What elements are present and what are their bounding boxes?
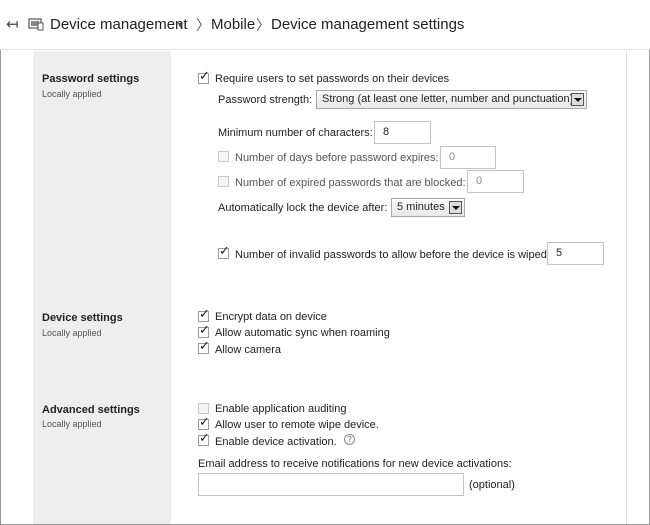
require-password-label: Require users to set passwords on their …	[215, 73, 450, 85]
allow-camera-label: Allow camera	[215, 344, 282, 356]
optional-label: (optional)	[469, 479, 515, 491]
breadcrumb-mobile[interactable]: Mobile	[211, 0, 255, 50]
breadcrumb-device-management[interactable]: Device management	[50, 0, 188, 50]
require-password-checkbox[interactable]	[198, 69, 210, 84]
device-activation-checkbox[interactable]	[198, 431, 210, 446]
back-arrow-icon[interactable]: ↤	[6, 0, 19, 50]
password-settings-subtitle: Locally applied	[42, 89, 102, 99]
app-auditing-checkbox[interactable]	[198, 403, 209, 414]
blocked-passwords-input[interactable]: 0	[467, 170, 524, 193]
min-chars-input[interactable]: 8	[374, 121, 431, 144]
left-gutter	[1, 51, 26, 524]
device-management-icon	[28, 17, 44, 31]
password-expire-label: Number of days before password expires:	[235, 152, 439, 164]
chevron-down-icon	[449, 201, 462, 214]
remote-wipe-label: Allow user to remote wipe device.	[215, 419, 379, 431]
email-notify-label: Email address to receive notifications f…	[198, 458, 512, 470]
allow-camera-checkbox[interactable]	[198, 339, 210, 354]
breadcrumb-separator: 〉	[196, 17, 210, 33]
password-strength-value: Strong (at least one letter, number and …	[322, 93, 574, 105]
password-expire-checkbox[interactable]	[218, 151, 229, 162]
min-chars-label: Minimum number of characters:	[218, 127, 373, 139]
encrypt-data-checkbox[interactable]	[198, 307, 210, 322]
remote-wipe-checkbox[interactable]	[198, 415, 210, 430]
help-icon[interactable]: ?	[344, 434, 355, 445]
password-expire-input[interactable]: 0	[440, 146, 496, 169]
wipe-device-label: Number of invalid passwords to allow bef…	[235, 249, 550, 261]
device-activation-label: Enable device activation.	[215, 436, 337, 448]
wipe-device-checkbox[interactable]	[218, 244, 230, 259]
breadcrumb-separator: 〉	[256, 17, 270, 33]
top-bar: ↤ Device management ▼ 〉 Mobile 〉 Device …	[0, 0, 650, 50]
wipe-device-input[interactable]: 5	[547, 242, 604, 265]
password-strength-select[interactable]: Strong (at least one letter, number and …	[316, 90, 587, 109]
blocked-passwords-label: Number of expired passwords that are blo…	[235, 177, 466, 189]
password-strength-label: Password strength:	[218, 94, 313, 106]
encrypt-data-label: Encrypt data on device	[215, 311, 327, 323]
device-settings-subtitle: Locally applied	[42, 328, 102, 338]
chevron-down-icon	[571, 93, 584, 106]
app-auditing-label: Enable application auditing	[215, 403, 347, 415]
roaming-sync-label: Allow automatic sync when roaming	[215, 327, 390, 339]
device-settings-title: Device settings	[42, 312, 123, 324]
email-notify-input[interactable]	[198, 473, 464, 496]
page-title: Device management settings	[271, 16, 465, 33]
roaming-sync-checkbox[interactable]	[198, 323, 210, 338]
autolock-select[interactable]: 5 minutes	[391, 198, 465, 217]
advanced-settings-title: Advanced settings	[42, 404, 140, 416]
section-label-column	[33, 51, 171, 524]
advanced-settings-subtitle: Locally applied	[42, 419, 102, 429]
password-settings-title: Password settings	[42, 73, 140, 85]
blocked-passwords-checkbox[interactable]	[218, 176, 229, 187]
dropdown-caret-icon[interactable]: ▼	[176, 0, 185, 50]
autolock-value: 5 minutes	[397, 201, 445, 213]
scroll-gutter	[626, 51, 649, 524]
autolock-label: Automatically lock the device after:	[218, 202, 388, 214]
